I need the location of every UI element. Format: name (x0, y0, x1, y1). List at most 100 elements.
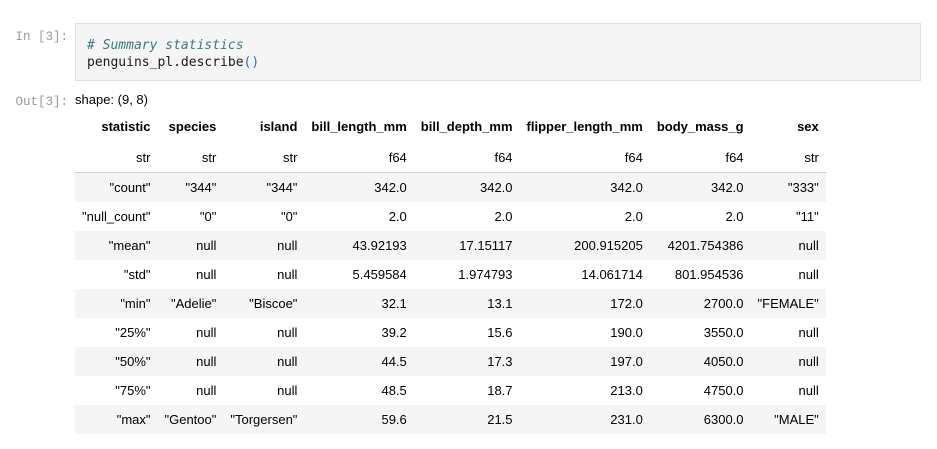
table-body: "count" "344" "344" 342.0 342.0 342.0 342.0 "33… (75, 172, 826, 434)
table-cell: "0" (157, 202, 224, 231)
table-cell: null (750, 231, 826, 260)
column-dtype: str (750, 143, 826, 173)
table-cell: null (750, 318, 826, 347)
table-cell: "333" (750, 172, 826, 202)
output-prompt: Out[3]: (15, 95, 68, 109)
dataframe-shape: shape: (9, 8) (75, 92, 148, 107)
table-cell: 15.6 (413, 318, 520, 347)
table-cell: 44.5 (304, 347, 414, 376)
table-cell: "50%" (75, 347, 158, 376)
table-cell: "11" (750, 202, 826, 231)
table-cell: null (157, 260, 224, 289)
table-cell: "Biscoe" (223, 289, 305, 318)
table-cell: null (223, 260, 305, 289)
table-cell: 39.2 (304, 318, 414, 347)
code-line-comment: # Summary statistics (87, 37, 920, 54)
table-cell: null (157, 231, 224, 260)
code-call: penguins_pl.describe (87, 55, 244, 70)
table-cell: 231.0 (519, 405, 650, 434)
table-header-row: statistic species island bill_length_mm bill… (75, 116, 826, 143)
column-dtype: str (75, 143, 158, 173)
table-cell: null (157, 376, 224, 405)
table-cell: "max" (75, 405, 158, 434)
table-cell: null (750, 260, 826, 289)
table-dtype-row: str str str f64 f64 f64 f64 str (75, 143, 826, 173)
output-area: shape: (9, 8) statistic species island bill… (75, 90, 875, 434)
table-cell: "FEMALE" (750, 289, 826, 318)
table-cell: 213.0 (519, 376, 650, 405)
column-dtype: str (157, 143, 224, 173)
table-cell: "count" (75, 172, 158, 202)
describe-table: statistic species island bill_length_mm bill… (75, 116, 826, 434)
table-cell: 190.0 (519, 318, 650, 347)
table-cell: "75%" (75, 376, 158, 405)
table-cell: "min" (75, 289, 158, 318)
table-cell: 342.0 (413, 172, 520, 202)
table-cell: "25%" (75, 318, 158, 347)
table-row: "mean" null null 43.92193 17.15117 200.915205… (75, 231, 826, 260)
column-header-bill-depth-mm: bill_depth_mm (420, 119, 513, 134)
table-cell: null (157, 347, 224, 376)
column-header-species: species (168, 119, 217, 134)
table-cell: "std" (75, 260, 158, 289)
table-cell: 48.5 (304, 376, 414, 405)
table-cell: null (223, 347, 305, 376)
table-cell: null (223, 376, 305, 405)
table-cell: "null_count" (75, 202, 158, 231)
table-cell: 342.0 (304, 172, 414, 202)
table-cell: null (750, 347, 826, 376)
column-header-body-mass-g: body_mass_g (656, 119, 744, 134)
table-cell: 2.0 (649, 202, 751, 231)
table-row: "count" "344" "344" 342.0 342.0 342.0 342.0 "33… (75, 172, 826, 202)
table-cell: 2.0 (304, 202, 414, 231)
table-cell: 32.1 (304, 289, 414, 318)
code-line-call: penguins_pl.describe() (87, 54, 920, 71)
table-cell: "0" (223, 202, 305, 231)
table-cell: "Gentoo" (157, 405, 224, 434)
column-dtype: str (223, 143, 305, 173)
table-cell: 21.5 (413, 405, 520, 434)
table-row: "25%" null null 39.2 15.6 190.0 3550.0 null (75, 318, 826, 347)
table-cell: 18.7 (413, 376, 520, 405)
column-dtype: f64 (304, 143, 414, 173)
table-cell: "344" (223, 172, 305, 202)
table-cell: 43.92193 (304, 231, 414, 260)
table-cell: null (157, 318, 224, 347)
table-cell: 4050.0 (649, 347, 751, 376)
table-cell: 14.061714 (519, 260, 650, 289)
table-cell: null (223, 318, 305, 347)
column-dtype: f64 (649, 143, 751, 173)
table-row: "50%" null null 44.5 17.3 197.0 4050.0 null (75, 347, 826, 376)
table-cell: 17.3 (413, 347, 520, 376)
table-cell: null (750, 376, 826, 405)
table-cell: 197.0 (519, 347, 650, 376)
code-parens: () (243, 55, 260, 70)
table-cell: 3550.0 (649, 318, 751, 347)
table-cell: 2.0 (519, 202, 650, 231)
table-cell: 4750.0 (649, 376, 751, 405)
table-row: "std" null null 5.459584 1.974793 14.061714 80… (75, 260, 826, 289)
column-header-island: island (259, 119, 298, 134)
input-prompt: In [3]: (15, 30, 68, 44)
column-header-statistic: statistic (101, 119, 151, 134)
table-cell: "Torgersen" (223, 405, 305, 434)
table-cell: 4201.754386 (649, 231, 751, 260)
table-cell: 1.974793 (413, 260, 520, 289)
table-cell: null (223, 231, 305, 260)
code-comment: # Summary statistics (87, 38, 244, 53)
table-cell: 13.1 (413, 289, 520, 318)
table-row: "min" "Adelie" "Biscoe" 32.1 13.1 172.0 2700.0… (75, 289, 826, 318)
table-row: "max" "Gentoo" "Torgersen" 59.6 21.5 231.0 630… (75, 405, 826, 434)
table-cell: 2.0 (413, 202, 520, 231)
table-cell: "MALE" (750, 405, 826, 434)
table-cell: 200.915205 (519, 231, 650, 260)
table-cell: 172.0 (519, 289, 650, 318)
code-cell-editor[interactable]: # Summary statistics penguins_pl.describ… (75, 23, 921, 81)
table-row: "null_count" "0" "0" 2.0 2.0 2.0 2.0 "11" (75, 202, 826, 231)
table-cell: 2700.0 (649, 289, 751, 318)
table-cell: 6300.0 (649, 405, 751, 434)
table-cell: 801.954536 (649, 260, 751, 289)
column-header-flipper-length-mm: flipper_length_mm (526, 119, 643, 134)
table-cell: "Adelie" (157, 289, 224, 318)
column-header-sex: sex (797, 119, 819, 134)
